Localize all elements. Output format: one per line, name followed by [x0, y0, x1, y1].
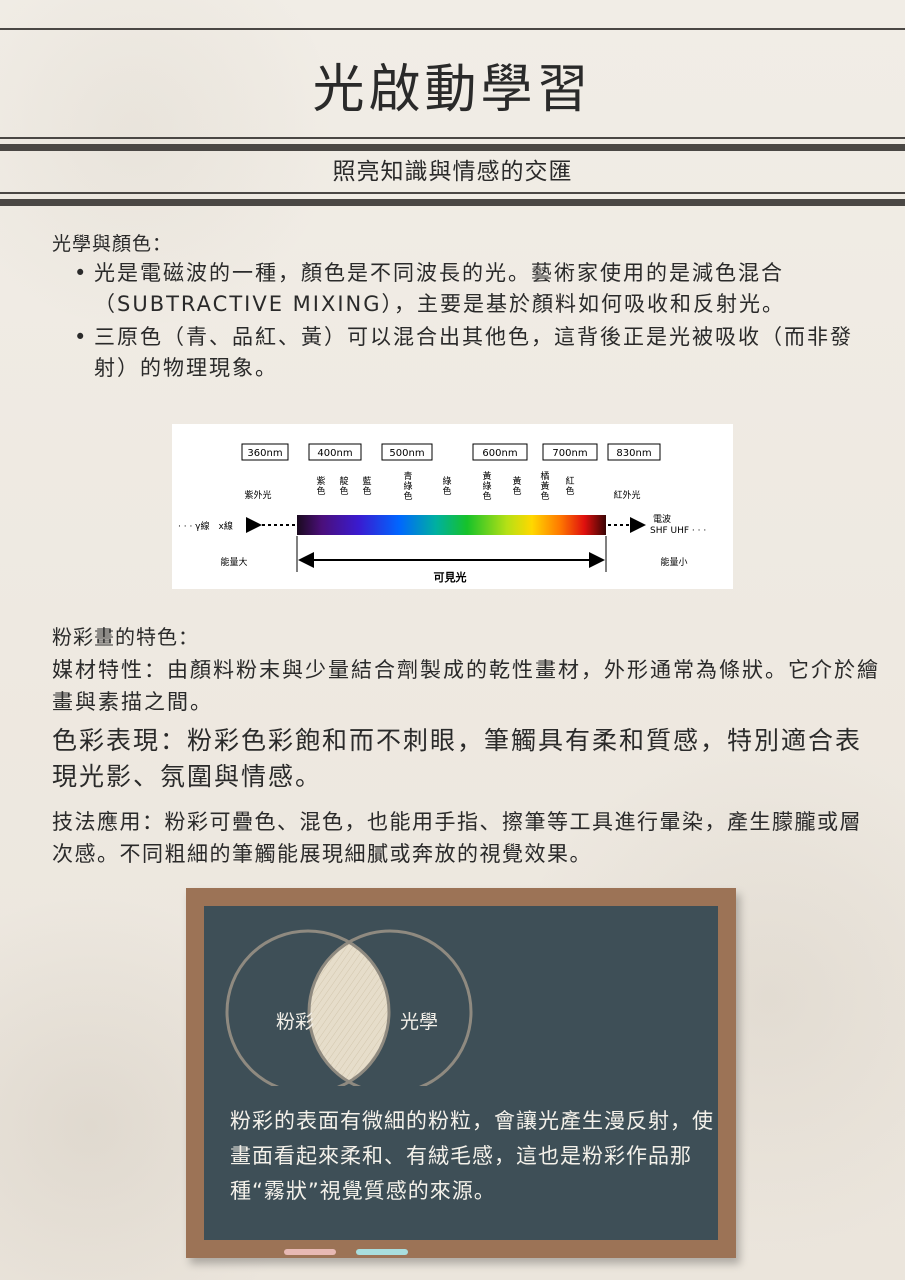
color-name-label: 黃綠色: [482, 470, 491, 502]
spectrum-bar: [297, 515, 606, 535]
color-names: 紫色靛色藍色 青綠色 綠色 黃綠色 黃色 橘黃色 紅色: [316, 470, 574, 502]
optics-bullet-list: 光是電磁波的一種，顏色是不同波長的光。藝術家使用的是減色混合（SUBTRACTI…: [72, 258, 882, 386]
spectrum-diagram: 360nm 400nm 500nm 600nm 700nm 830nm 紫色 靛色…: [172, 424, 733, 589]
wavelength-label: 600nm: [482, 448, 517, 459]
title-rule-thin: [0, 137, 905, 139]
pastel-media-paragraph: 媒材特性：由顏料粉末與少量結合劑製成的乾性畫材，外形通常為條狀。它介於繪畫與素描…: [52, 658, 880, 714]
venn-label-optics: 光學: [400, 1011, 438, 1033]
venn-label-pastel: 粉彩: [276, 1011, 314, 1033]
subtitle-rule-thin: [0, 192, 905, 194]
energy-low-label: 能量小: [660, 556, 687, 568]
visible-light-label: 可見光: [434, 570, 467, 584]
top-rule: [0, 28, 905, 30]
shf-uhf-label: SHF UHF · · ·: [650, 526, 706, 536]
wavelength-label: 500nm: [389, 448, 424, 459]
pink-chalk: [284, 1249, 336, 1255]
chalkboard-surface: 粉彩 光學 粉彩的表面有微細的粉粒，會讓光產生漫反射，使畫面看起來柔和、有絨毛感…: [204, 906, 718, 1240]
wavelength-label: 400nm: [317, 448, 352, 459]
list-item: 三原色（青、品紅、黃）可以混合出其他色，這背後正是光被吸收（而非發射）的物理現象…: [72, 322, 882, 384]
color-name-label: 青綠色: [403, 470, 412, 502]
wavelength-labels: 360nm 400nm 500nm 600nm 700nm 830nm: [241, 443, 661, 461]
color-name-label: 橘黃色: [540, 471, 549, 502]
pastel-heading: 粉彩畫的特色：: [52, 625, 199, 649]
venn-diagram: 粉彩 光學: [225, 929, 473, 1086]
subtitle-rule-thick: [0, 199, 905, 206]
pastel-color-paragraph: 色彩表現：粉彩色彩飽和而不刺眼，筆觸具有柔和質感，特別適合表現光影、氛圍與情感。: [52, 726, 863, 791]
radio-wave-label: 電波: [653, 513, 671, 525]
spectrum-svg: 360nm 400nm 500nm 600nm 700nm 830nm 紫色靛色…: [178, 443, 706, 584]
wavelength-label: 700nm: [552, 448, 587, 459]
wavelength-label: 360nm: [247, 448, 282, 459]
energy-high-label: 能量大: [220, 556, 247, 568]
list-item: 光是電磁波的一種，顏色是不同波長的光。藝術家使用的是減色混合（SUBTRACTI…: [72, 258, 882, 320]
ir-label: 紅外光: [613, 489, 640, 501]
chalkboard: 粉彩 光學 粉彩的表面有微細的粉粒，會讓光產生漫反射，使畫面看起來柔和、有絨毛感…: [186, 888, 736, 1258]
uv-label: 紫外光: [244, 489, 271, 501]
page-title: 光啟動學習: [312, 60, 593, 120]
blue-chalk: [356, 1249, 408, 1255]
title-rule-thick: [0, 144, 905, 151]
optics-heading: 光學與顏色：: [52, 233, 173, 255]
wavelength-label: 830nm: [616, 448, 651, 459]
chalkboard-text: 粉彩的表面有微細的粉粒，會讓光產生漫反射，使畫面看起來柔和、有絨毛感，這也是粉彩…: [230, 1109, 714, 1203]
color-name-label: 靛色: [339, 475, 348, 497]
color-name-label: 紅色: [565, 476, 574, 497]
color-name-label: 黃色: [512, 475, 521, 497]
page-subtitle: 照亮知識與情感的交匯: [332, 159, 573, 185]
color-name-label: 綠色: [442, 475, 451, 497]
color-name-label: 藍色: [362, 475, 371, 497]
gamma-xray-label: · · · γ線 x線: [178, 520, 233, 532]
pastel-technique-paragraph: 技法應用：粉彩可疊色、混色，也能用手指、擦筆等工具進行暈染，產生朦朧或層次感。不…: [52, 810, 862, 866]
color-name-label: 紫色: [316, 476, 325, 497]
